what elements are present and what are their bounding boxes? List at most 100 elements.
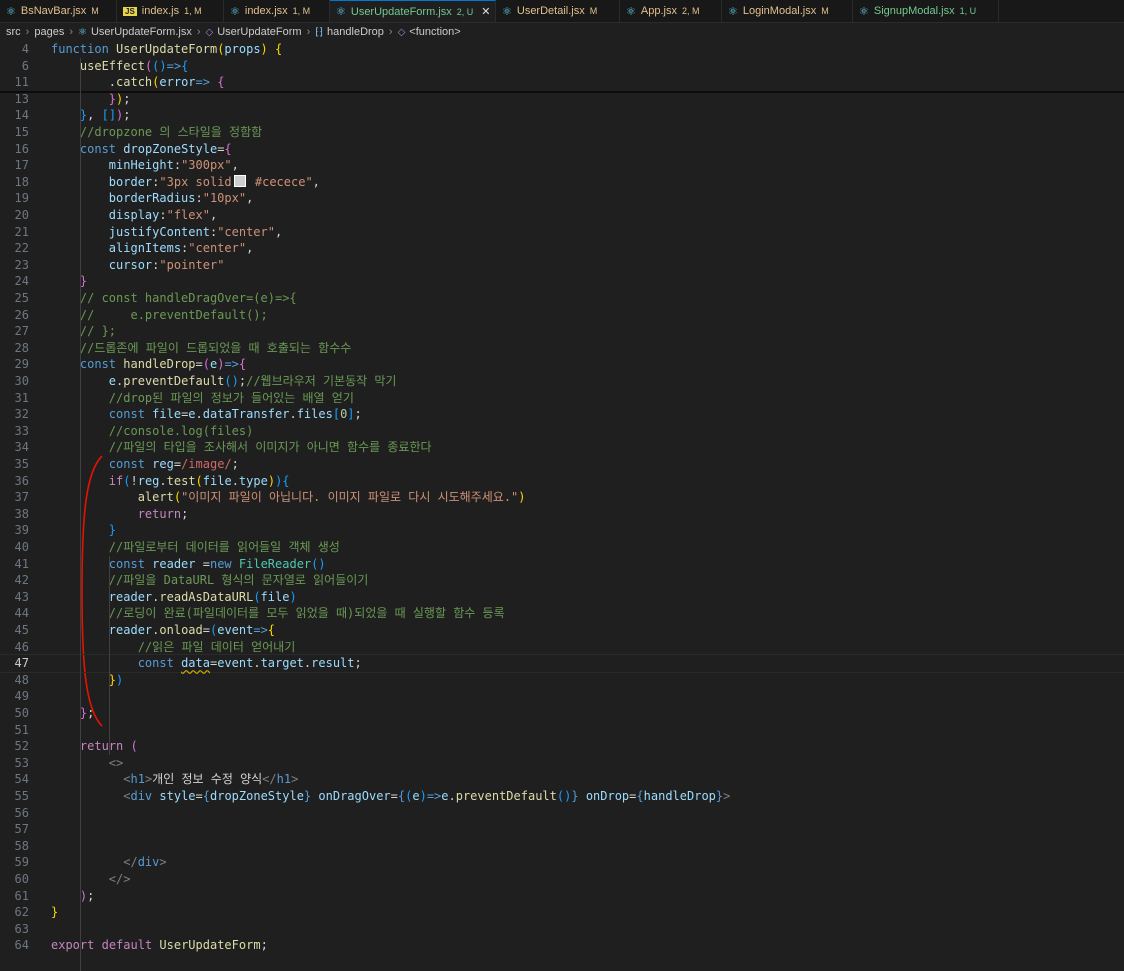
code-line[interactable]: 46 //읽은 파일 데이터 얻어내기 <box>0 639 1124 656</box>
code-line[interactable]: 39 } <box>0 522 1124 539</box>
line-number: 16 <box>14 141 29 156</box>
code-line[interactable]: 44 //로딩이 완료(파일데이터를 모두 읽었을 때)되었을 때 실행할 함수… <box>0 605 1124 622</box>
tab-label: LoginModal.jsx <box>742 5 817 17</box>
code-line[interactable]: 56 <box>0 805 1124 822</box>
breadcrumb-item[interactable]: ◇ UserUpdateForm <box>206 26 302 38</box>
code-line[interactable]: 52 return ( <box>0 738 1124 755</box>
code-line[interactable]: 57 <box>0 821 1124 838</box>
code-line[interactable]: 38 return; <box>0 506 1124 523</box>
code-line[interactable]: 13 }); <box>0 91 1124 108</box>
breadcrumb-item[interactable]: src <box>6 26 21 38</box>
code-line[interactable]: 61 ); <box>0 888 1124 905</box>
code-text: // }; <box>79 324 117 339</box>
code-line[interactable]: 32 const file=e.dataTransfer.files[0]; <box>0 406 1124 423</box>
code-line[interactable]: 50 }; <box>0 705 1124 722</box>
tab-index-jsx[interactable]: ⚛ index.jsx 1, M <box>224 0 330 22</box>
code-line[interactable]: 45 reader.onload=(event=>{ <box>0 622 1124 639</box>
code-text: </div> <box>123 855 167 870</box>
close-icon[interactable]: ✕ <box>481 5 490 18</box>
code-line[interactable]: 6 useEffect(()=>{ <box>0 58 1124 75</box>
code-line[interactable]: 26 // e.preventDefault(); <box>0 307 1124 324</box>
code-editor[interactable]: 4 function UserUpdateForm(props) {6 useEf… <box>0 41 1124 971</box>
code-line[interactable]: 55 <div style={dropZoneStyle} onDragOver… <box>0 788 1124 805</box>
code-line[interactable]: 4 function UserUpdateForm(props) { <box>0 41 1124 58</box>
breadcrumb-item[interactable]: ⚛ UserUpdateForm.jsx <box>78 26 192 38</box>
code-line[interactable]: 27 // }; <box>0 323 1124 340</box>
code-line[interactable]: 25 // const handleDragOver=(e)=>{ <box>0 290 1124 307</box>
code-text: const dropZoneStyle={ <box>79 141 232 156</box>
code-line[interactable]: 62} <box>0 904 1124 921</box>
code-line[interactable]: 20 display:"flex", <box>0 207 1124 224</box>
line-number: 42 <box>14 573 29 588</box>
code-line[interactable]: 14 }, []); <box>0 107 1124 124</box>
line-number: 32 <box>14 407 29 422</box>
tab-status-badge: M <box>589 6 598 16</box>
tab-status-badge: M <box>821 6 829 16</box>
code-line[interactable]: 29 const handleDrop=(e)=>{ <box>0 356 1124 373</box>
code-line[interactable]: 28 //드롭존에 파일이 드롭되었을 때 호출되는 함수수 <box>0 340 1124 357</box>
chevron-right-icon: › <box>306 26 311 38</box>
code-line[interactable]: 19 borderRadius:"10px", <box>0 190 1124 207</box>
code-line[interactable]: 58 <box>0 838 1124 855</box>
line-number: 6 <box>21 58 29 73</box>
code-line[interactable]: 15 //dropzone 의 스타일을 정함함 <box>0 124 1124 141</box>
code-line[interactable]: 22 alignItems:"center", <box>0 240 1124 257</box>
code-line[interactable]: 24 } <box>0 273 1124 290</box>
code-line[interactable]: 49 <box>0 688 1124 705</box>
code-line[interactable]: 53 <> <box>0 755 1124 772</box>
code-text: cursor:"pointer" <box>108 257 225 272</box>
code-text: useEffect(()=>{ <box>79 58 189 73</box>
code-line[interactable]: 31 //drop된 파일의 정보가 들어있는 배열 얻기 <box>0 390 1124 407</box>
code-text: //드롭존에 파일이 드롭되었을 때 호출되는 함수수 <box>79 340 352 355</box>
line-number: 36 <box>14 473 29 488</box>
code-line[interactable]: 41 const reader =new FileReader() <box>0 556 1124 573</box>
code-text: //로딩이 완료(파일데이터를 모두 읽었을 때)되었을 때 실행할 함수 등록 <box>108 606 505 621</box>
code-line[interactable]: 47 const data=event.target.result; <box>0 654 1124 673</box>
code-text: //파일을 DataURL 형식의 문자열로 읽어들이기 <box>108 573 369 588</box>
line-number: 55 <box>14 789 29 803</box>
tab-userupdateform-jsx[interactable]: ⚛ UserUpdateForm.jsx 2, U ✕ <box>330 0 496 22</box>
tab-status-badge: 2, M <box>681 6 700 16</box>
tab-signupmodal-jsx[interactable]: ⚛ SignupModal.jsx 1, U <box>853 0 999 22</box>
breadcrumb-item[interactable]: pages <box>34 26 64 38</box>
breadcrumb-label: UserUpdateForm.jsx <box>90 26 192 38</box>
tab-bsnavbar-jsx[interactable]: ⚛ BsNavBar.jsx M <box>0 0 117 22</box>
line-number: 63 <box>14 921 29 936</box>
tab-loginmodal-jsx[interactable]: ⚛ LoginModal.jsx M <box>722 0 853 22</box>
code-line[interactable]: 16 const dropZoneStyle={ <box>0 141 1124 158</box>
code-line[interactable]: 40 //파일로부터 데이터를 읽어들일 객체 생성 <box>0 539 1124 556</box>
line-number: 30 <box>14 374 29 388</box>
tab-app-jsx[interactable]: ⚛ App.jsx 2, M <box>620 0 722 22</box>
code-line[interactable]: 60 </> <box>0 871 1124 888</box>
breadcrumb-item[interactable]: ◇ <function> <box>398 26 461 38</box>
line-number: 41 <box>14 556 29 571</box>
editor-tab-bar: ⚛ BsNavBar.jsx M JS index.js 1, M ⚛ index.jsx 1,… <box>0 0 1124 23</box>
tab-index-js[interactable]: JS index.js 1, M <box>117 0 224 22</box>
code-line[interactable]: 63 <box>0 921 1124 938</box>
line-number: 62 <box>14 905 29 920</box>
code-line[interactable]: 33 //console.log(files) <box>0 423 1124 440</box>
code-line[interactable]: 23 cursor:"pointer" <box>0 257 1124 274</box>
code-text: }; <box>79 706 95 720</box>
code-line[interactable]: 64 export default UserUpdateForm; <box>0 937 1124 954</box>
code-line[interactable]: 35 const reg=/image/; <box>0 456 1124 473</box>
react-file-icon: ⚛ <box>626 5 636 18</box>
code-line[interactable]: 37 alert("이미지 파일이 아닙니다. 이미지 파일로 다시 시도해주세… <box>0 489 1124 506</box>
code-line[interactable]: 11 .catch(error=> { <box>0 74 1124 91</box>
code-line[interactable]: 51 <box>0 722 1124 739</box>
line-number: 31 <box>14 390 29 405</box>
code-line[interactable]: 21 justifyContent:"center", <box>0 224 1124 241</box>
line-number: 35 <box>14 457 29 471</box>
code-line[interactable]: 34 //파일의 타입을 조사해서 이미지가 아니면 함수를 종료한다 <box>0 439 1124 456</box>
code-line[interactable]: 17 minHeight:"300px", <box>0 157 1124 174</box>
tab-userdetail-jsx[interactable]: ⚛ UserDetail.jsx M <box>496 0 620 22</box>
code-line[interactable]: 30 e.preventDefault();//웹브라우저 기본동작 막기 <box>0 373 1124 390</box>
code-line[interactable]: 18 border:"3px solid #cecece", <box>0 174 1124 191</box>
code-line[interactable]: 48 }) <box>0 672 1124 689</box>
code-line[interactable]: 36 if(!reg.test(file.type)){ <box>0 473 1124 490</box>
code-line[interactable]: 43 reader.readAsDataURL(file) <box>0 589 1124 606</box>
breadcrumb-item[interactable]: ⁅⁆ handleDrop <box>315 26 384 38</box>
code-line[interactable]: 54 <h1>개인 정보 수정 양식</h1> <box>0 771 1124 788</box>
code-line[interactable]: 59 </div> <box>0 854 1124 871</box>
code-line[interactable]: 42 //파일을 DataURL 형식의 문자열로 읽어들이기 <box>0 572 1124 589</box>
